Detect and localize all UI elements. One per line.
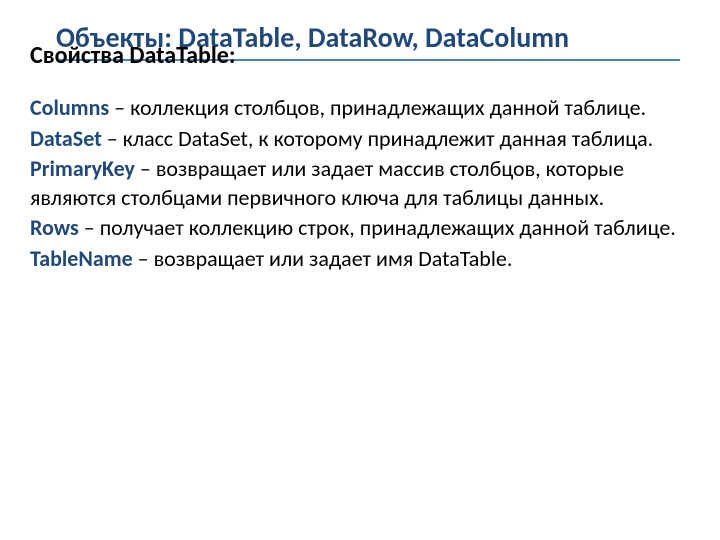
property-desc: – класс DataSet, к которому принадлежит …: [102, 125, 653, 152]
property-desc: – получает коллекцию строк, принадлежащи…: [79, 214, 676, 241]
subtitle: Свойства DataTable:: [30, 41, 690, 70]
property-item: Columns – коллекция столбцов, принадлежа…: [30, 94, 690, 123]
property-desc: – возвращает или задает имя DataTable.: [133, 245, 513, 272]
property-item: Rows – получает коллекцию строк, принадл…: [30, 214, 690, 243]
property-name: Columns: [30, 94, 109, 121]
property-name: PrimaryKey: [30, 155, 135, 182]
property-item: PrimaryKey – возвращает или задает масси…: [30, 155, 690, 212]
property-item: DataSet – класс DataSet, к которому прин…: [30, 125, 690, 154]
property-item: TableName – возвращает или задает имя Da…: [30, 245, 690, 274]
property-name: DataSet: [30, 125, 102, 152]
property-name: Rows: [30, 214, 79, 241]
property-desc: – коллекция столбцов, принадлежащих данн…: [109, 94, 646, 121]
property-name: TableName: [30, 245, 133, 272]
slide-container: Объекты: DataTable, DataRow, DataColumn …: [0, 0, 720, 296]
content-body: Columns – коллекция столбцов, принадлежа…: [30, 94, 690, 274]
